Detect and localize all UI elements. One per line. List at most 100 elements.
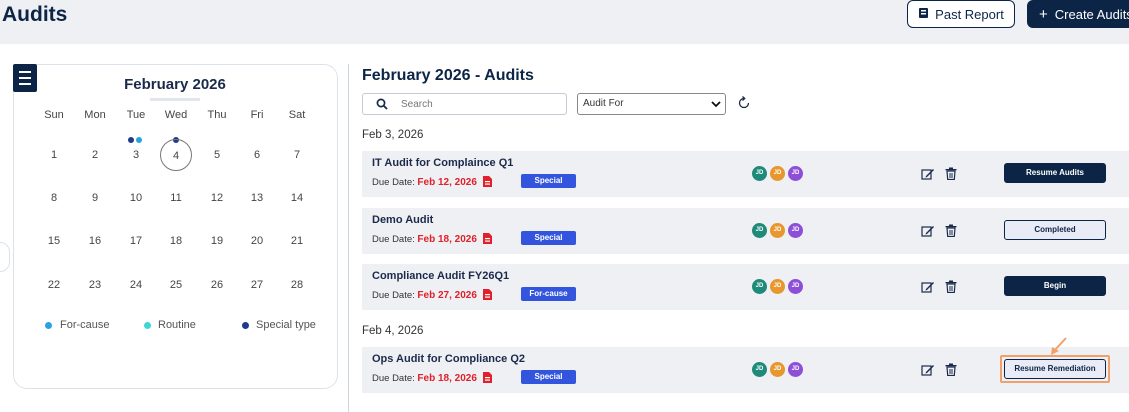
due-date-value: Feb 18, 2026	[417, 373, 477, 384]
trash-icon[interactable]	[945, 224, 957, 237]
calendar-day[interactable]: 6	[241, 139, 273, 171]
edit-icon[interactable]	[921, 224, 935, 238]
calendar-day[interactable]: 17	[120, 225, 152, 257]
pdf-icon[interactable]	[483, 289, 492, 300]
calendar-day[interactable]: 23	[79, 269, 111, 301]
past-report-button[interactable]: Past Report	[907, 0, 1015, 28]
weekday-label: Sun	[44, 109, 64, 121]
audit-row: Ops Audit for Compliance Q2 Due Date: Fe…	[362, 347, 1129, 393]
due-date: Due Date: Feb 18, 2026	[372, 373, 477, 384]
resume-remediation-button[interactable]: Resume Remediation	[1004, 359, 1106, 379]
edit-icon[interactable]	[921, 363, 935, 377]
trash-icon[interactable]	[945, 280, 957, 293]
avatar: JD	[788, 279, 803, 294]
legend-dot-routine	[144, 322, 151, 329]
due-date-value: Feb 18, 2026	[417, 234, 477, 245]
avatar: JD	[752, 223, 767, 238]
calendar-day[interactable]: 12	[201, 182, 233, 214]
calendar-day[interactable]: 7	[281, 139, 313, 171]
calendar-day[interactable]: 2	[79, 139, 111, 171]
audit-type-tag: Special	[521, 174, 576, 188]
audit-row: IT Audit for Complaince Q1 Due Date: Feb…	[362, 151, 1129, 197]
calendar-day[interactable]: 9	[79, 182, 111, 214]
due-date: Due Date: Feb 12, 2026	[372, 177, 477, 188]
calendar-day[interactable]: 24	[120, 269, 152, 301]
calendar-day[interactable]: 28	[281, 269, 313, 301]
chevron-down-icon	[711, 101, 721, 108]
calendar-day[interactable]: 27	[241, 269, 273, 301]
calendar-day-selected[interactable]: 4	[160, 139, 192, 171]
calendar-day[interactable]: 11	[160, 182, 192, 214]
calendar-day[interactable]: 18	[160, 225, 192, 257]
legend-label-special: Special type	[256, 319, 316, 331]
calendar-day[interactable]: 15	[38, 225, 70, 257]
legend-dot-for-cause	[45, 322, 52, 329]
date-group-heading: Feb 4, 2026	[362, 325, 424, 337]
audit-for-select-value: Audit For	[583, 98, 624, 109]
calendar-day[interactable]: 19	[201, 225, 233, 257]
calendar-day[interactable]: 20	[241, 225, 273, 257]
calendar-month-label: February 2026	[124, 76, 226, 93]
weekday-label: Sat	[288, 109, 306, 121]
completed-button[interactable]: Completed	[1004, 220, 1106, 240]
edit-icon[interactable]	[921, 167, 935, 181]
calendar-day[interactable]: 5	[201, 139, 233, 171]
search-input[interactable]	[401, 97, 561, 112]
weekday-label: Tue	[126, 109, 146, 121]
legend-dot-special	[242, 322, 249, 329]
menu-icon[interactable]	[13, 64, 37, 92]
date-group-heading: Feb 3, 2026	[362, 129, 424, 141]
calendar-day[interactable]: 1	[38, 139, 70, 171]
create-audits-label: Create Audits	[1054, 6, 1129, 22]
vertical-divider	[348, 64, 349, 412]
weekday-label: Wed	[164, 109, 188, 121]
pdf-icon[interactable]	[483, 372, 492, 383]
pdf-icon[interactable]	[483, 233, 492, 244]
pdf-icon[interactable]	[483, 176, 492, 187]
report-icon	[918, 7, 929, 22]
legend-label-routine: Routine	[158, 319, 196, 331]
calendar-day[interactable]: 3	[120, 139, 152, 171]
calendar-day[interactable]: 8	[38, 182, 70, 214]
avatar: JD	[788, 223, 803, 238]
audit-type-tag: Special	[521, 231, 576, 245]
due-date-value: Feb 12, 2026	[417, 177, 477, 188]
weekday-label: Thu	[207, 109, 227, 121]
calendar-day[interactable]: 26	[201, 269, 233, 301]
calendar-day[interactable]: 13	[241, 182, 273, 214]
trash-icon[interactable]	[945, 167, 957, 180]
audit-title: Compliance Audit FY26Q1	[372, 270, 510, 282]
audit-row: Compliance Audit FY26Q1 Due Date: Feb 27…	[362, 264, 1129, 310]
resume-audits-button[interactable]: Resume Audits	[1004, 163, 1106, 183]
calendar-day[interactable]: 25	[160, 269, 192, 301]
plus-icon: +	[1039, 5, 1048, 23]
calendar-day[interactable]: 14	[281, 182, 313, 214]
audit-title: Demo Audit	[372, 214, 434, 226]
refresh-icon[interactable]	[736, 95, 752, 111]
edit-icon[interactable]	[921, 280, 935, 294]
audit-title: IT Audit for Complaince Q1	[372, 157, 514, 169]
begin-button[interactable]: Begin	[1004, 276, 1106, 296]
due-date: Due Date: Feb 27, 2026	[372, 290, 477, 301]
avatar: JD	[752, 362, 767, 377]
avatar: JD	[770, 362, 785, 377]
page-title: Audits	[2, 3, 68, 26]
search-box	[362, 93, 567, 115]
audit-for-select[interactable]: Audit For	[577, 93, 726, 115]
due-prefix: Due Date:	[372, 177, 415, 188]
calendar-day[interactable]: 21	[281, 225, 313, 257]
calendar-day[interactable]: 10	[120, 182, 152, 214]
avatar: JD	[788, 166, 803, 181]
due-prefix: Due Date:	[372, 234, 415, 245]
trash-icon[interactable]	[945, 363, 957, 376]
avatar: JD	[788, 362, 803, 377]
audits-section-title: February 2026 - Audits	[362, 67, 534, 84]
avatar: JD	[770, 279, 785, 294]
arrow-icon	[1051, 337, 1067, 355]
due-prefix: Due Date:	[372, 373, 415, 384]
create-audits-button[interactable]: + Create Audits	[1027, 0, 1129, 28]
due-date-value: Feb 27, 2026	[417, 290, 477, 301]
calendar-day[interactable]: 22	[38, 269, 70, 301]
calendar-day[interactable]: 16	[79, 225, 111, 257]
weekday-label: Fri	[250, 109, 264, 121]
